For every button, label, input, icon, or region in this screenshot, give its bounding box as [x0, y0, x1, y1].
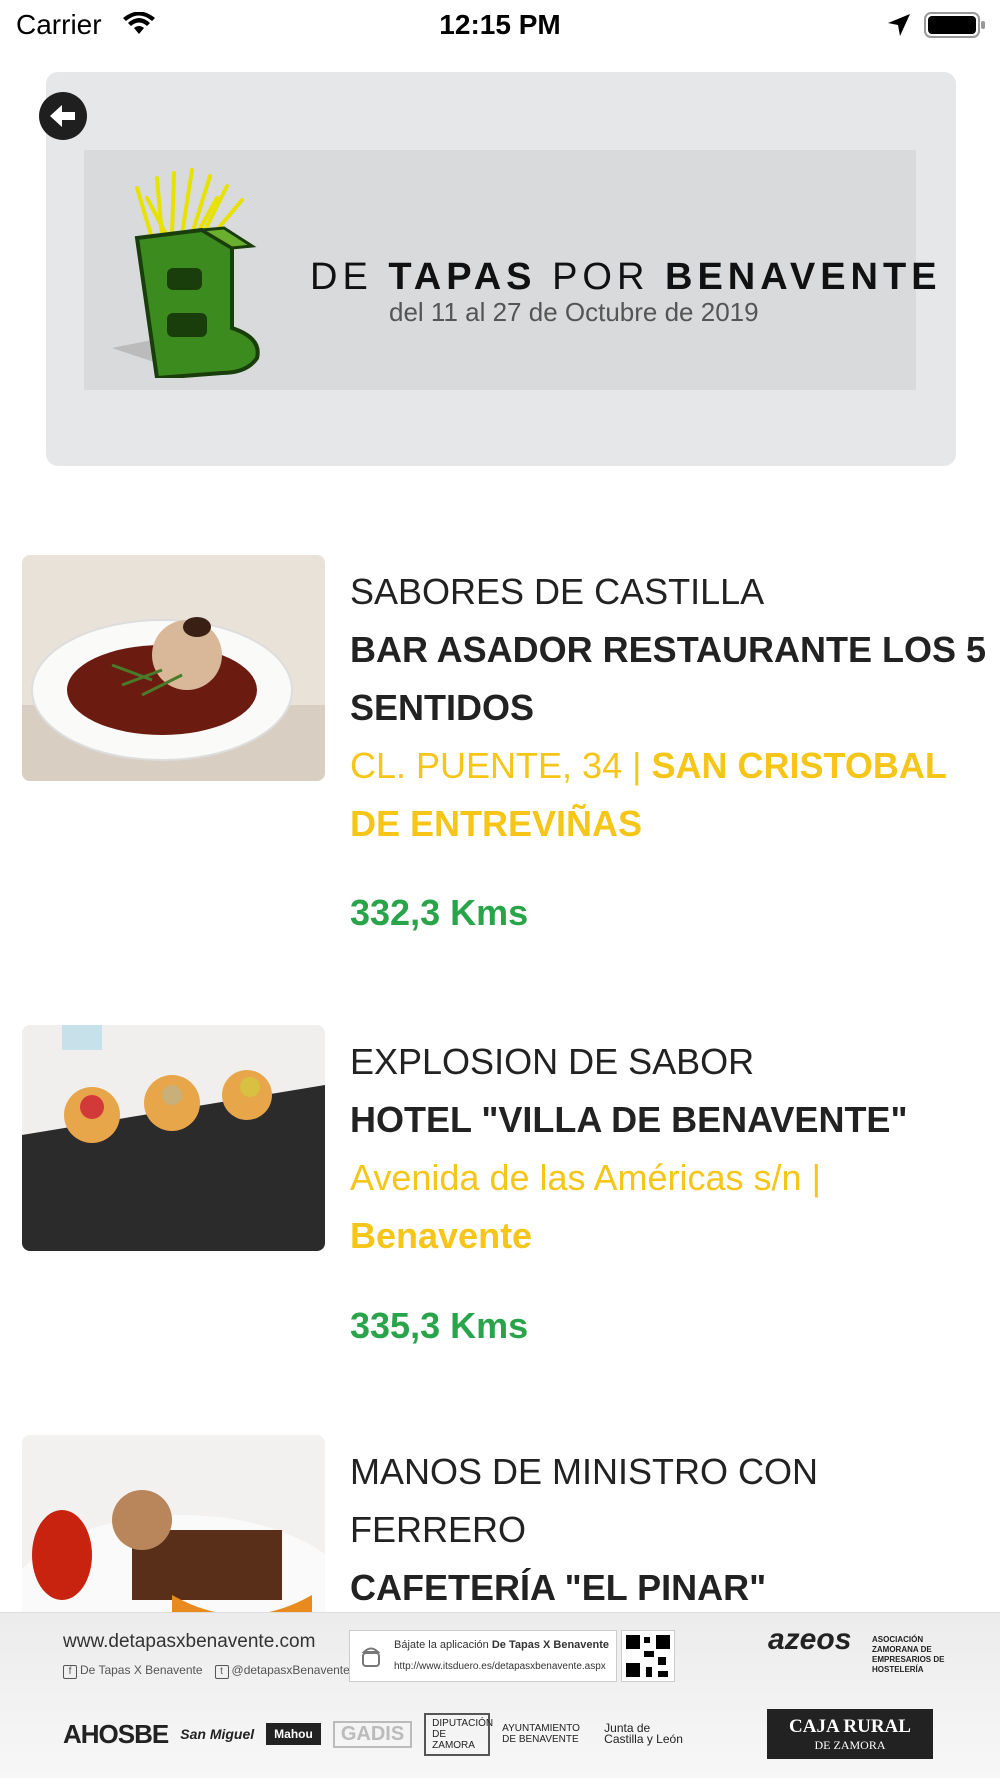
item-info: EXPLOSION DE SABOR HOTEL "VILLA DE BENAV… — [350, 1033, 990, 1265]
arrow-left-icon — [50, 105, 75, 127]
venue-address: CL. PUENTE, 34 | SAN CRISTOBAL DE ENTREV… — [350, 745, 947, 844]
tapa-photo — [22, 1025, 325, 1251]
twitter-link[interactable]: t @detapasxBenavente — [214, 1663, 350, 1679]
sponsor-junta: Junta de Castilla y León — [604, 1721, 683, 1746]
event-dates: del 11 al 27 de Octubre de 2019 — [389, 297, 759, 327]
app-download-banner[interactable]: Bájate la aplicación De Tapas X Benavent… — [349, 1630, 617, 1682]
event-logo: B DE TAPAS POR BENAVENTE del 11 al 27 de… — [84, 150, 937, 390]
back-button[interactable] — [39, 92, 87, 140]
tapa-name: SABORES DE CASTILLA — [350, 571, 765, 612]
distance-label: 332,3 Kms — [350, 892, 529, 933]
sponsor-san-miguel: San Miguel — [180, 1726, 255, 1742]
website-link[interactable]: www.detapasxbenavente.com — [63, 1631, 315, 1653]
sponsor-logos: AHOSBE San Miguel Mahou GADIS DIPUTACIÓN… — [63, 1709, 684, 1759]
tapa-name: EXPLOSION DE SABOR — [350, 1041, 755, 1082]
event-title: DE TAPAS POR BENAVENTE — [310, 256, 942, 298]
facebook-icon: f — [63, 1665, 77, 1679]
venue-name: CAFETERÍA "EL PINAR" — [350, 1567, 767, 1608]
distance-label: 335,3 Kms — [350, 1305, 529, 1346]
social-links: f De Tapas X Benavente t @detapasxBenavent… — [63, 1663, 350, 1679]
facebook-link[interactable]: f De Tapas X Benavente — [63, 1663, 203, 1679]
tapa-name: MANOS DE MINISTRO CON FERRERO — [350, 1451, 819, 1550]
sponsors-footer: www.detapasxbenavente.com f De Tapas X Be… — [0, 1612, 1000, 1778]
venue-name: HOTEL "VILLA DE BENAVENTE" — [350, 1099, 908, 1140]
status-bar: Carrier 12:15 PM — [0, 0, 1000, 50]
sponsor-mahou: Mahou — [266, 1723, 321, 1745]
tapa-photo — [22, 555, 325, 781]
venue-address: Avenida de las Américas s/n | Benavente — [350, 1157, 821, 1256]
sponsor-diputacion: DIPUTACIÓN DE ZAMORA — [424, 1712, 493, 1756]
battery-icon — [924, 12, 986, 43]
venue-name: BAR ASADOR RESTAURANTE LOS 5 SENTIDOS — [350, 629, 987, 728]
item-info: SABORES DE CASTILLA BAR ASADOR RESTAURAN… — [350, 563, 990, 853]
item-info: MANOS DE MINISTRO CON FERRERO CAFETERÍA … — [350, 1443, 990, 1617]
location-arrow-icon — [886, 12, 912, 43]
qr-code-icon — [621, 1630, 675, 1682]
sponsor-caja-rural: CAJA RURAL DE ZAMORA — [767, 1709, 933, 1759]
sponsor-ayuntamiento: AYUNTAMIENTO DE BENAVENTE — [502, 1723, 580, 1745]
status-time: 12:15 PM — [439, 9, 561, 40]
sponsor-gadis: GADIS — [332, 1720, 413, 1748]
sponsor-ahosbe: AHOSBE — [63, 1718, 169, 1749]
tapas-logo-icon: B — [112, 168, 260, 378]
azeos-logo: azeos ASOCIACIÓN ZAMORANA DE EMPRESARIOS… — [768, 1623, 945, 1674]
app-download-text: Bájate la aplicación De Tapas X Benavent… — [394, 1639, 610, 1651]
android-icon — [361, 1647, 381, 1667]
app-url: http://www.itsduero.es/detapasxbenavente… — [394, 1661, 606, 1672]
twitter-icon: t — [214, 1665, 229, 1679]
